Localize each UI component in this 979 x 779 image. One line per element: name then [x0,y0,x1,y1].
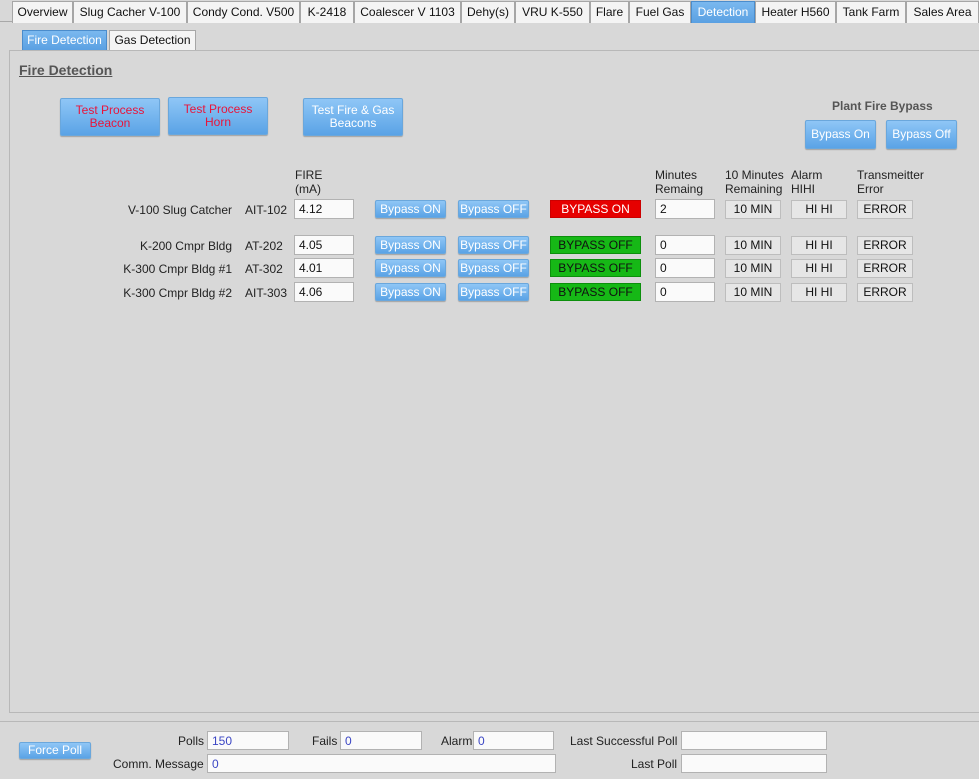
bypass-status: BYPASS OFF [550,283,641,301]
section-title: Fire Detection [19,62,113,78]
fails-label: Fails [312,734,338,748]
bypass-status: BYPASS OFF [550,259,641,277]
bypass-off-button[interactable]: Bypass OFF [458,283,529,301]
col-alarm-header: Alarm [791,168,823,182]
fails-field: 0 [340,731,422,750]
col-fire-header: FIRE [295,168,323,182]
plant-bypass-on-button[interactable]: Bypass On [805,120,876,149]
ten-min-box: 10 MIN [725,200,781,219]
test-horn-button[interactable]: Test Process Horn [168,97,268,135]
minutes-field: 0 [655,235,715,255]
bypass-on-button[interactable]: Bypass ON [375,259,446,277]
bypass-on-button[interactable]: Bypass ON [375,200,446,218]
minutes-field: 2 [655,199,715,219]
footer-divider [0,721,979,722]
col-alarm-header-2: HIHI [791,182,815,196]
fire-ma-field: 4.06 [294,282,354,302]
col-ten-min-header-2: Remaining [725,182,783,196]
tab-detection[interactable]: Detection [691,1,755,23]
comm-message-label: Comm. Message [113,757,204,771]
tab-coalescer[interactable]: Coalescer V 1103 [354,1,461,23]
plant-bypass-title: Plant Fire Bypass [832,99,933,113]
subtab-gas-detection[interactable]: Gas Detection [109,30,196,50]
bypass-off-button[interactable]: Bypass OFF [458,200,529,218]
ten-min-box: 10 MIN [725,259,781,278]
row-location: K-200 Cmpr Bldg [139,239,232,253]
top-tab-bar: Overview Slug Cacher V-100 Condy Cond. V… [0,0,979,23]
tab-flare[interactable]: Flare [590,1,629,23]
alarm-field: 0 [473,731,554,750]
last-success-field [681,731,827,750]
subtab-fire-detection[interactable]: Fire Detection [22,30,107,50]
transmitter-error-box: ERROR [857,200,913,219]
fire-ma-field: 4.12 [294,199,354,219]
ten-min-box: 10 MIN [725,236,781,255]
bypass-off-button[interactable]: Bypass OFF [458,259,529,277]
last-poll-label: Last Poll [631,757,678,771]
plant-bypass-off-button[interactable]: Bypass Off [886,120,957,149]
tab-tank-farm[interactable]: Tank Farm [836,1,906,23]
transmitter-error-box: ERROR [857,236,913,255]
row-location: K-300 Cmpr Bldg #1 [123,262,232,276]
col-minutes-header-2: Remaing [655,182,704,196]
bypass-on-button[interactable]: Bypass ON [375,283,446,301]
tab-sales-area[interactable]: Sales Area [906,1,979,23]
tab-fuel-gas[interactable]: Fuel Gas [629,1,691,23]
row-tag: AT-302 [245,262,283,276]
bypass-off-button[interactable]: Bypass OFF [458,236,529,254]
row-tag: AIT-102 [245,203,288,217]
col-minutes-header: Minutes [655,168,698,182]
alarm-hihi-box: HI HI [791,259,847,278]
transmitter-error-box: ERROR [857,283,913,302]
content-panel [9,50,979,713]
ten-min-box: 10 MIN [725,283,781,302]
tab-slug-cacher[interactable]: Slug Cacher V-100 [73,1,187,23]
tab-k2418[interactable]: K-2418 [300,1,354,23]
polls-label: Polls [178,734,205,748]
tab-overview[interactable]: Overview [12,1,73,23]
col-fire-unit: (mA) [295,182,321,196]
alarm-hihi-box: HI HI [791,283,847,302]
col-ten-min-header: 10 Minutes [725,168,784,182]
tab-dehy[interactable]: Dehy(s) [461,1,515,23]
minutes-field: 0 [655,258,715,278]
row-tag: AIT-303 [245,286,288,300]
last-poll-field [681,754,827,773]
force-poll-button[interactable]: Force Poll [19,742,91,759]
last-success-label: Last Successful Poll [570,734,678,748]
row-location: V-100 Slug Catcher [127,203,232,217]
transmitter-error-box: ERROR [857,259,913,278]
row-tag: AT-202 [245,239,283,253]
comm-message-field: 0 [207,754,556,773]
alarm-hihi-box: HI HI [791,200,847,219]
alarm-label: Alarm [441,734,473,748]
fire-ma-field: 4.05 [294,235,354,255]
test-beacon-button[interactable]: Test Process Beacon [60,98,160,136]
alarm-hihi-box: HI HI [791,236,847,255]
tab-condy-cond[interactable]: Condy Cond. V500 [187,1,300,23]
tab-heater[interactable]: Heater H560 [755,1,836,23]
bypass-on-button[interactable]: Bypass ON [375,236,446,254]
col-transmitter-header: Transmeitter [857,168,924,182]
tab-vru[interactable]: VRU K-550 [515,1,590,23]
bypass-status: BYPASS ON [550,200,641,218]
row-location: K-300 Cmpr Bldg #2 [123,286,232,300]
polls-field: 150 [207,731,289,750]
test-fire-gas-button[interactable]: Test Fire & Gas Beacons [303,98,403,136]
fire-ma-field: 4.01 [294,258,354,278]
minutes-field: 0 [655,282,715,302]
bypass-status: BYPASS OFF [550,236,641,254]
col-transmitter-header-2: Error [857,182,884,196]
